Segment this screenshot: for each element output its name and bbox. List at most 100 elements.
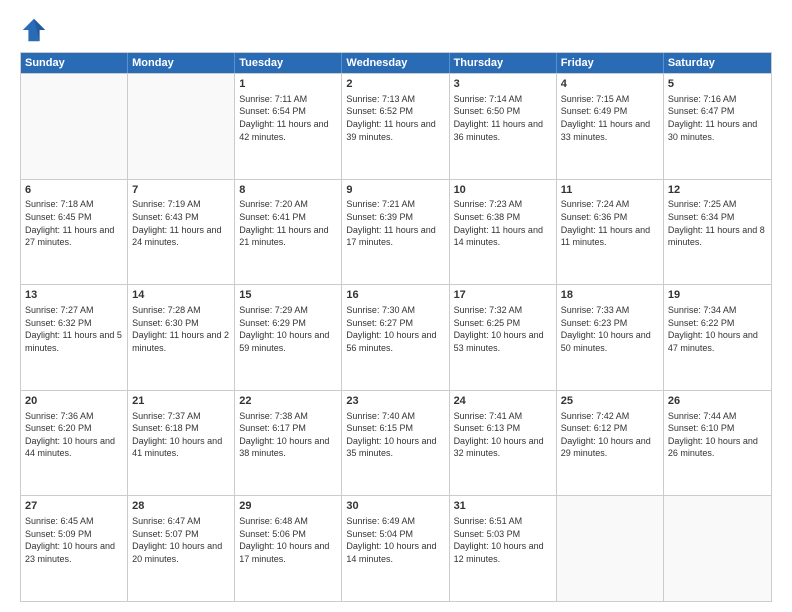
day-number: 13 [25, 288, 123, 303]
day-number: 12 [668, 183, 767, 198]
logo-icon [20, 16, 48, 44]
day-number: 10 [454, 183, 552, 198]
calendar-cell [128, 74, 235, 179]
cell-text-line: Daylight: 11 hours and 24 minutes. [132, 224, 230, 249]
cell-text-line: Sunset: 5:07 PM [132, 528, 230, 541]
calendar-cell: 25Sunrise: 7:42 AMSunset: 6:12 PMDayligh… [557, 391, 664, 496]
day-number: 14 [132, 288, 230, 303]
calendar-header-day: Sunday [21, 53, 128, 73]
cell-text-line: Sunrise: 7:36 AM [25, 410, 123, 423]
cell-text-line: Daylight: 11 hours and 36 minutes. [454, 118, 552, 143]
cell-text-line: Daylight: 11 hours and 33 minutes. [561, 118, 659, 143]
cell-text-line: Sunset: 6:52 PM [346, 105, 444, 118]
cell-text-line: Daylight: 10 hours and 35 minutes. [346, 435, 444, 460]
cell-text-line: Daylight: 11 hours and 2 minutes. [132, 329, 230, 354]
day-number: 25 [561, 394, 659, 409]
cell-text-line: Sunrise: 7:23 AM [454, 198, 552, 211]
cell-text-line: Sunset: 6:27 PM [346, 317, 444, 330]
cell-text-line: Sunset: 6:39 PM [346, 211, 444, 224]
calendar-cell: 27Sunrise: 6:45 AMSunset: 5:09 PMDayligh… [21, 496, 128, 601]
calendar-cell: 6Sunrise: 7:18 AMSunset: 6:45 PMDaylight… [21, 180, 128, 285]
day-number: 27 [25, 499, 123, 514]
day-number: 17 [454, 288, 552, 303]
cell-text-line: Sunrise: 7:30 AM [346, 304, 444, 317]
calendar-cell: 23Sunrise: 7:40 AMSunset: 6:15 PMDayligh… [342, 391, 449, 496]
day-number: 2 [346, 77, 444, 92]
calendar-cell: 9Sunrise: 7:21 AMSunset: 6:39 PMDaylight… [342, 180, 449, 285]
day-number: 3 [454, 77, 552, 92]
calendar-header-day: Tuesday [235, 53, 342, 73]
cell-text-line: Daylight: 10 hours and 26 minutes. [668, 435, 767, 460]
cell-text-line: Sunrise: 7:14 AM [454, 93, 552, 106]
cell-text-line: Daylight: 11 hours and 5 minutes. [25, 329, 123, 354]
day-number: 20 [25, 394, 123, 409]
day-number: 11 [561, 183, 659, 198]
calendar-cell: 10Sunrise: 7:23 AMSunset: 6:38 PMDayligh… [450, 180, 557, 285]
day-number: 9 [346, 183, 444, 198]
cell-text-line: Sunrise: 7:42 AM [561, 410, 659, 423]
cell-text-line: Sunrise: 7:21 AM [346, 198, 444, 211]
calendar-cell: 24Sunrise: 7:41 AMSunset: 6:13 PMDayligh… [450, 391, 557, 496]
cell-text-line: Sunrise: 7:38 AM [239, 410, 337, 423]
calendar-cell: 2Sunrise: 7:13 AMSunset: 6:52 PMDaylight… [342, 74, 449, 179]
cell-text-line: Sunset: 6:45 PM [25, 211, 123, 224]
calendar-cell: 12Sunrise: 7:25 AMSunset: 6:34 PMDayligh… [664, 180, 771, 285]
calendar-cell: 18Sunrise: 7:33 AMSunset: 6:23 PMDayligh… [557, 285, 664, 390]
cell-text-line: Sunrise: 6:49 AM [346, 515, 444, 528]
cell-text-line: Daylight: 11 hours and 39 minutes. [346, 118, 444, 143]
calendar-week-row: 27Sunrise: 6:45 AMSunset: 5:09 PMDayligh… [21, 495, 771, 601]
cell-text-line: Daylight: 11 hours and 27 minutes. [25, 224, 123, 249]
cell-text-line: Sunset: 6:54 PM [239, 105, 337, 118]
cell-text-line: Sunrise: 7:25 AM [668, 198, 767, 211]
cell-text-line: Sunset: 6:30 PM [132, 317, 230, 330]
calendar-cell: 28Sunrise: 6:47 AMSunset: 5:07 PMDayligh… [128, 496, 235, 601]
calendar-body: 1Sunrise: 7:11 AMSunset: 6:54 PMDaylight… [21, 73, 771, 601]
cell-text-line: Sunrise: 7:18 AM [25, 198, 123, 211]
cell-text-line: Sunrise: 7:24 AM [561, 198, 659, 211]
cell-text-line: Sunrise: 7:40 AM [346, 410, 444, 423]
cell-text-line: Daylight: 10 hours and 38 minutes. [239, 435, 337, 460]
cell-text-line: Daylight: 11 hours and 11 minutes. [561, 224, 659, 249]
calendar-cell: 4Sunrise: 7:15 AMSunset: 6:49 PMDaylight… [557, 74, 664, 179]
day-number: 30 [346, 499, 444, 514]
day-number: 23 [346, 394, 444, 409]
cell-text-line: Daylight: 11 hours and 17 minutes. [346, 224, 444, 249]
calendar-cell: 30Sunrise: 6:49 AMSunset: 5:04 PMDayligh… [342, 496, 449, 601]
cell-text-line: Sunrise: 7:15 AM [561, 93, 659, 106]
calendar-cell [664, 496, 771, 601]
cell-text-line: Sunrise: 7:37 AM [132, 410, 230, 423]
cell-text-line: Sunrise: 7:28 AM [132, 304, 230, 317]
calendar-cell: 3Sunrise: 7:14 AMSunset: 6:50 PMDaylight… [450, 74, 557, 179]
cell-text-line: Daylight: 10 hours and 29 minutes. [561, 435, 659, 460]
cell-text-line: Daylight: 10 hours and 56 minutes. [346, 329, 444, 354]
calendar-cell: 21Sunrise: 7:37 AMSunset: 6:18 PMDayligh… [128, 391, 235, 496]
calendar-cell: 8Sunrise: 7:20 AMSunset: 6:41 PMDaylight… [235, 180, 342, 285]
calendar-week-row: 20Sunrise: 7:36 AMSunset: 6:20 PMDayligh… [21, 390, 771, 496]
day-number: 19 [668, 288, 767, 303]
cell-text-line: Sunrise: 7:44 AM [668, 410, 767, 423]
calendar-cell: 14Sunrise: 7:28 AMSunset: 6:30 PMDayligh… [128, 285, 235, 390]
day-number: 5 [668, 77, 767, 92]
cell-text-line: Daylight: 10 hours and 44 minutes. [25, 435, 123, 460]
calendar-week-row: 13Sunrise: 7:27 AMSunset: 6:32 PMDayligh… [21, 284, 771, 390]
calendar-cell: 15Sunrise: 7:29 AMSunset: 6:29 PMDayligh… [235, 285, 342, 390]
calendar-cell: 19Sunrise: 7:34 AMSunset: 6:22 PMDayligh… [664, 285, 771, 390]
day-number: 29 [239, 499, 337, 514]
cell-text-line: Daylight: 10 hours and 32 minutes. [454, 435, 552, 460]
cell-text-line: Daylight: 10 hours and 41 minutes. [132, 435, 230, 460]
day-number: 24 [454, 394, 552, 409]
cell-text-line: Sunset: 6:47 PM [668, 105, 767, 118]
cell-text-line: Sunset: 5:09 PM [25, 528, 123, 541]
day-number: 26 [668, 394, 767, 409]
cell-text-line: Sunrise: 7:41 AM [454, 410, 552, 423]
cell-text-line: Daylight: 11 hours and 8 minutes. [668, 224, 767, 249]
day-number: 31 [454, 499, 552, 514]
day-number: 6 [25, 183, 123, 198]
cell-text-line: Daylight: 10 hours and 17 minutes. [239, 540, 337, 565]
cell-text-line: Daylight: 11 hours and 30 minutes. [668, 118, 767, 143]
cell-text-line: Daylight: 10 hours and 59 minutes. [239, 329, 337, 354]
day-number: 22 [239, 394, 337, 409]
day-number: 8 [239, 183, 337, 198]
cell-text-line: Sunset: 6:34 PM [668, 211, 767, 224]
day-number: 21 [132, 394, 230, 409]
